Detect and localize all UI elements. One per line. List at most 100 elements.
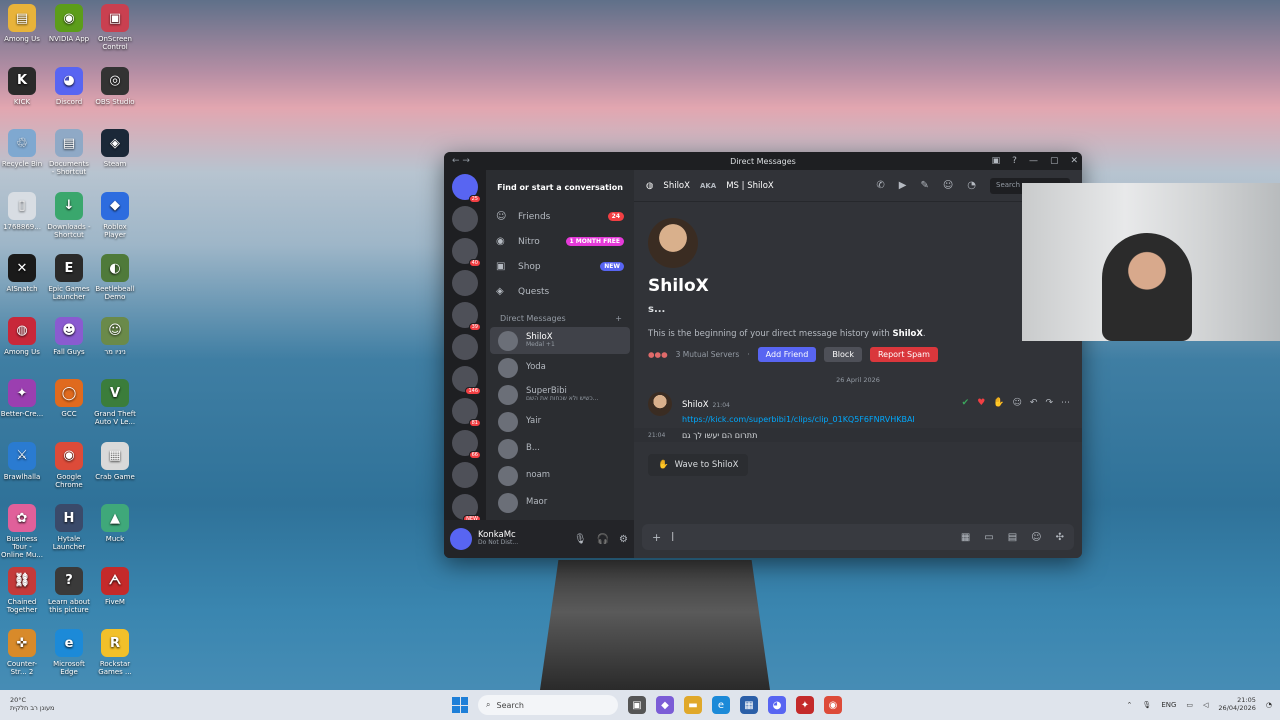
server-icon[interactable]	[452, 270, 478, 296]
store-icon[interactable]: ▦	[740, 696, 758, 714]
find-conversation-button[interactable]: Find or start a conversation	[494, 178, 626, 196]
weather-widget[interactable]: 20°C מעונן רב חלקית	[10, 696, 54, 713]
inbox-icon[interactable]: ▣	[992, 156, 1001, 166]
desktop-icon[interactable]: E Epic Games Launcher	[47, 254, 91, 301]
desktop-icon[interactable]: ↓ Downloads - Shortcut	[47, 191, 91, 239]
chrome-icon[interactable]: ◉	[824, 696, 842, 714]
desktop-icon[interactable]: ☺ ניניו מר	[93, 316, 137, 356]
pin-icon[interactable]: ✎	[920, 180, 928, 191]
message-author[interactable]: ShiloX	[682, 400, 709, 410]
call-icon[interactable]: ✆	[876, 180, 884, 191]
desktop-icon[interactable]: ☻ Fall Guys	[47, 316, 91, 356]
desktop-icon[interactable]: ᗅ FiveM	[93, 566, 137, 606]
mutual-servers[interactable]: 3 Mutual Servers	[676, 350, 740, 359]
server-icon[interactable]: 81	[452, 398, 481, 427]
dm-item[interactable]: Yoda	[490, 354, 630, 381]
desktop-icon[interactable]: ◈ Steam	[93, 129, 137, 168]
apps-icon[interactable]: ✣	[1056, 532, 1064, 543]
desktop-icon[interactable]: ◍ Among Us	[0, 316, 44, 356]
add-dm-icon[interactable]: +	[615, 314, 622, 323]
server-icon[interactable]	[452, 334, 478, 360]
profile-icon[interactable]: ◔	[967, 180, 976, 191]
dm-item[interactable]: Yair	[490, 408, 630, 435]
app-icon[interactable]: ✦	[796, 696, 814, 714]
server-icon[interactable]: 40	[452, 238, 481, 267]
desktop-icon[interactable]: e Microsoft Edge	[47, 629, 91, 676]
attach-icon[interactable]: +	[652, 531, 661, 544]
notifications-icon[interactable]: ◔	[1266, 701, 1272, 709]
thumbs-up-reaction-icon[interactable]: ✋	[993, 398, 1004, 408]
desktop-icon[interactable]: ◯ GCC	[47, 379, 91, 418]
desktop-icon[interactable]: V Grand Theft Auto V Le...	[93, 379, 137, 426]
start-button[interactable]	[452, 697, 468, 713]
gear-icon[interactable]: ⚙	[619, 534, 628, 545]
close-button[interactable]: ✕	[1070, 156, 1078, 166]
desktop-icon[interactable]: ◐ Beetlebeall Demo	[93, 254, 137, 301]
server-icon[interactable]: 39	[452, 302, 481, 331]
desktop-icon[interactable]: ✦ Better-Cre...	[0, 379, 44, 418]
desktop-icon[interactable]: ✜ Counter-Str... 2	[0, 629, 44, 676]
microphone-icon[interactable]: 🎙	[574, 534, 587, 545]
desktop-icon[interactable]: ◉ Google Chrome	[47, 441, 91, 489]
check-reaction-icon[interactable]: ✔	[962, 398, 970, 408]
dm-item[interactable]: SuperBibi כשיש ולא שכחות את השם...	[490, 381, 630, 408]
message-input[interactable]	[671, 532, 951, 542]
microphone-icon[interactable]: 🎙	[1142, 701, 1151, 709]
file-explorer-icon[interactable]: ▬	[684, 696, 702, 714]
gif-icon[interactable]: ▭	[984, 532, 993, 543]
edge-icon[interactable]: e	[712, 696, 730, 714]
avatar[interactable]	[450, 528, 472, 550]
reply-icon[interactable]: ↶	[1030, 398, 1038, 408]
block-button[interactable]: Block	[824, 347, 862, 362]
dm-item[interactable]: noam	[490, 462, 630, 489]
dm-item[interactable]: ShiloX Medal +1	[490, 327, 630, 354]
chat-header-name[interactable]: ShiloX	[663, 181, 690, 191]
emoji-icon[interactable]: ☺	[1031, 532, 1041, 543]
desktop-icon[interactable]: ▤ Documents - Shortcut	[47, 129, 91, 176]
sticker-icon[interactable]: ▤	[1008, 532, 1017, 543]
nav-item-quests[interactable]: ◈ Quests	[486, 279, 634, 304]
chevron-up-icon[interactable]: ⌃	[1127, 701, 1133, 709]
help-icon[interactable]: ?	[1012, 156, 1017, 166]
forward-icon[interactable]: ↷	[1045, 398, 1053, 408]
dm-item[interactable]: B...	[490, 435, 630, 462]
desktop-icon[interactable]: ✿ Business Tour - Online Mu...	[0, 504, 44, 559]
copilot-icon[interactable]: ◆	[656, 696, 674, 714]
gift-icon[interactable]: ▦	[961, 532, 970, 543]
desktop-icon[interactable]: ✕ AISnatch	[0, 254, 44, 293]
task-view-icon[interactable]: ▣	[628, 696, 646, 714]
desktop-icon[interactable]: ◉ NVIDIA App	[47, 4, 91, 43]
nav-item-friends[interactable]: ☺ Friends 24	[486, 204, 634, 229]
desktop-icon[interactable]: ▯ 1768869...	[0, 191, 44, 231]
desktop-icon[interactable]: ♲ Recycle Bin	[0, 129, 44, 168]
server-icon[interactable]: NEW	[452, 494, 481, 523]
desktop-icon[interactable]: K KICK	[0, 66, 44, 106]
volume-icon[interactable]: ◁	[1203, 701, 1208, 709]
avatar[interactable]	[648, 392, 672, 416]
clock[interactable]: 21:05 26/04/2026	[1218, 696, 1255, 713]
desktop-icon[interactable]: R Rockstar Games ...	[93, 629, 137, 676]
desktop-icon[interactable]: ◕ Discord	[47, 66, 91, 106]
server-icon[interactable]	[452, 462, 478, 488]
nav-item-shop[interactable]: ▣ Shop NEW	[486, 254, 634, 279]
desktop-icon[interactable]: ▤ Among Us	[0, 4, 44, 43]
dm-item[interactable]: Maor	[490, 489, 630, 516]
language-indicator[interactable]: ENG	[1161, 701, 1176, 709]
report-spam-button[interactable]: Report Spam	[869, 347, 938, 362]
message-link[interactable]: https://kick.com/superbibi1/clips/clip_0…	[682, 415, 915, 424]
add-friend-button[interactable]: Add Friend	[757, 347, 817, 362]
desktop-icon[interactable]: ◎ OBS Studio	[93, 66, 137, 106]
wave-button[interactable]: ✋ Wave to ShiloX	[648, 454, 749, 476]
maximize-button[interactable]: ▢	[1050, 156, 1059, 166]
back-forward-icon[interactable]: ← →	[452, 156, 470, 166]
server-icon[interactable]	[452, 206, 478, 232]
desktop-icon[interactable]: ▲ Muck	[93, 504, 137, 543]
desktop-icon[interactable]: ▣ OnScreen Control	[93, 4, 137, 51]
server-icon[interactable]: 66	[452, 430, 481, 459]
heart-reaction-icon[interactable]: ♥	[977, 398, 985, 408]
desktop-icon[interactable]: ? Learn about this picture	[47, 566, 91, 614]
minimize-button[interactable]: —	[1029, 156, 1038, 166]
add-user-icon[interactable]: ☺	[943, 180, 953, 191]
emoji-icon[interactable]: ☺	[1013, 398, 1022, 408]
desktop-icon[interactable]: ⛓ Chained Together	[0, 566, 44, 614]
